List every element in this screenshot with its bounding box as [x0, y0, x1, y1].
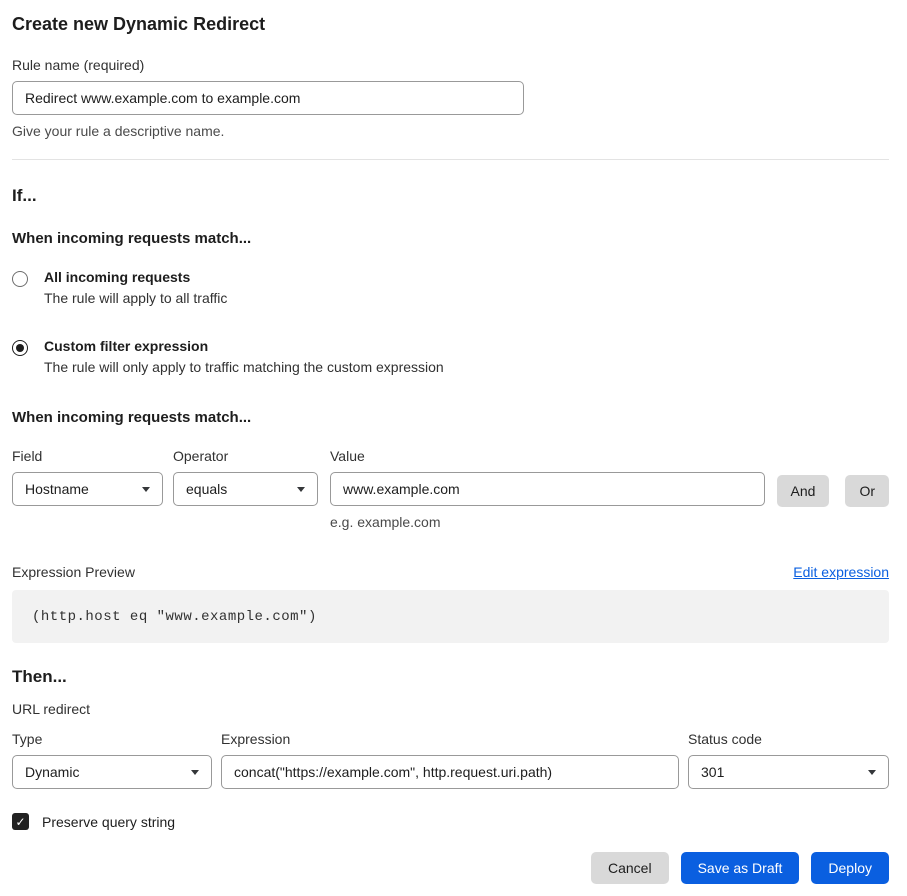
- expression-preview-label: Expression Preview: [12, 564, 135, 580]
- preserve-query-string-checkbox[interactable]: [12, 813, 29, 830]
- custom-filter-expression-radio[interactable]: [12, 340, 28, 356]
- chevron-down-icon: [142, 487, 150, 492]
- deploy-button[interactable]: Deploy: [811, 852, 889, 884]
- expression-preview-code: (http.host eq "www.example.com"): [12, 590, 889, 643]
- page-title: Create new Dynamic Redirect: [12, 14, 889, 35]
- section-divider: [12, 159, 889, 160]
- and-or-buttons: And Or: [777, 475, 889, 507]
- rule-name-help: Give your rule a descriptive name.: [12, 123, 889, 139]
- filter-expression-row: Field Hostname Operator equals Value e.g…: [12, 448, 889, 530]
- value-input[interactable]: [330, 472, 765, 506]
- save-as-draft-button[interactable]: Save as Draft: [681, 852, 800, 884]
- edit-expression-link[interactable]: Edit expression: [793, 564, 889, 580]
- all-incoming-requests-description: The rule will apply to all traffic: [44, 290, 227, 306]
- operator-column: Operator equals: [173, 448, 318, 506]
- then-heading: Then...: [12, 667, 889, 687]
- field-label: Field: [12, 448, 163, 464]
- all-incoming-requests-radio[interactable]: [12, 271, 28, 287]
- rule-name-input[interactable]: [12, 81, 524, 115]
- redirect-expression-input[interactable]: [221, 755, 679, 789]
- redirect-settings-row: Type Dynamic Expression Status code 301: [12, 731, 889, 789]
- if-heading: If...: [12, 186, 889, 206]
- status-code-column: Status code 301: [688, 731, 889, 789]
- operator-select[interactable]: equals: [173, 472, 318, 506]
- expression-preview-header: Expression Preview Edit expression: [12, 564, 889, 580]
- value-column: Value e.g. example.com: [330, 448, 765, 530]
- custom-filter-expression-description: The rule will only apply to traffic matc…: [44, 359, 444, 375]
- rule-name-label: Rule name (required): [12, 57, 889, 73]
- field-column: Field Hostname: [12, 448, 163, 506]
- type-select-value: Dynamic: [25, 764, 79, 780]
- field-select[interactable]: Hostname: [12, 472, 163, 506]
- chevron-down-icon: [191, 770, 199, 775]
- incoming-requests-match-heading: When incoming requests match...: [12, 230, 889, 247]
- expression-label: Expression: [221, 731, 679, 747]
- value-label: Value: [330, 448, 765, 464]
- all-incoming-requests-label: All incoming requests: [44, 269, 227, 285]
- radio-option-all-incoming-requests[interactable]: All incoming requests The rule will appl…: [12, 269, 889, 306]
- chevron-down-icon: [868, 770, 876, 775]
- or-button[interactable]: Or: [845, 475, 889, 507]
- type-column: Type Dynamic: [12, 731, 212, 789]
- and-button[interactable]: And: [777, 475, 830, 507]
- status-code-select-value: 301: [701, 764, 724, 780]
- expression-code-text: (http.host eq "www.example.com"): [32, 609, 317, 625]
- rule-name-group: Rule name (required) Give your rule a de…: [12, 57, 889, 139]
- form-actions: Cancel Save as Draft Deploy: [12, 852, 889, 884]
- radio-option-custom-filter-expression[interactable]: Custom filter expression The rule will o…: [12, 338, 889, 375]
- operator-label: Operator: [173, 448, 318, 464]
- status-code-label: Status code: [688, 731, 889, 747]
- url-redirect-label: URL redirect: [12, 701, 889, 717]
- expression-column: Expression: [221, 731, 679, 789]
- status-code-select[interactable]: 301: [688, 755, 889, 789]
- filter-builder-heading: When incoming requests match...: [12, 409, 889, 426]
- preserve-query-string-label: Preserve query string: [42, 814, 175, 830]
- preserve-query-string-row[interactable]: Preserve query string: [12, 813, 889, 830]
- custom-filter-expression-label: Custom filter expression: [44, 338, 444, 354]
- type-select[interactable]: Dynamic: [12, 755, 212, 789]
- field-select-value: Hostname: [25, 481, 89, 497]
- value-help: e.g. example.com: [330, 514, 765, 530]
- operator-select-value: equals: [186, 481, 227, 497]
- chevron-down-icon: [297, 487, 305, 492]
- radio-option-text: Custom filter expression The rule will o…: [44, 338, 444, 375]
- type-label: Type: [12, 731, 212, 747]
- create-dynamic-redirect-form: Create new Dynamic Redirect Rule name (r…: [0, 0, 907, 896]
- radio-option-text: All incoming requests The rule will appl…: [44, 269, 227, 306]
- cancel-button[interactable]: Cancel: [591, 852, 669, 884]
